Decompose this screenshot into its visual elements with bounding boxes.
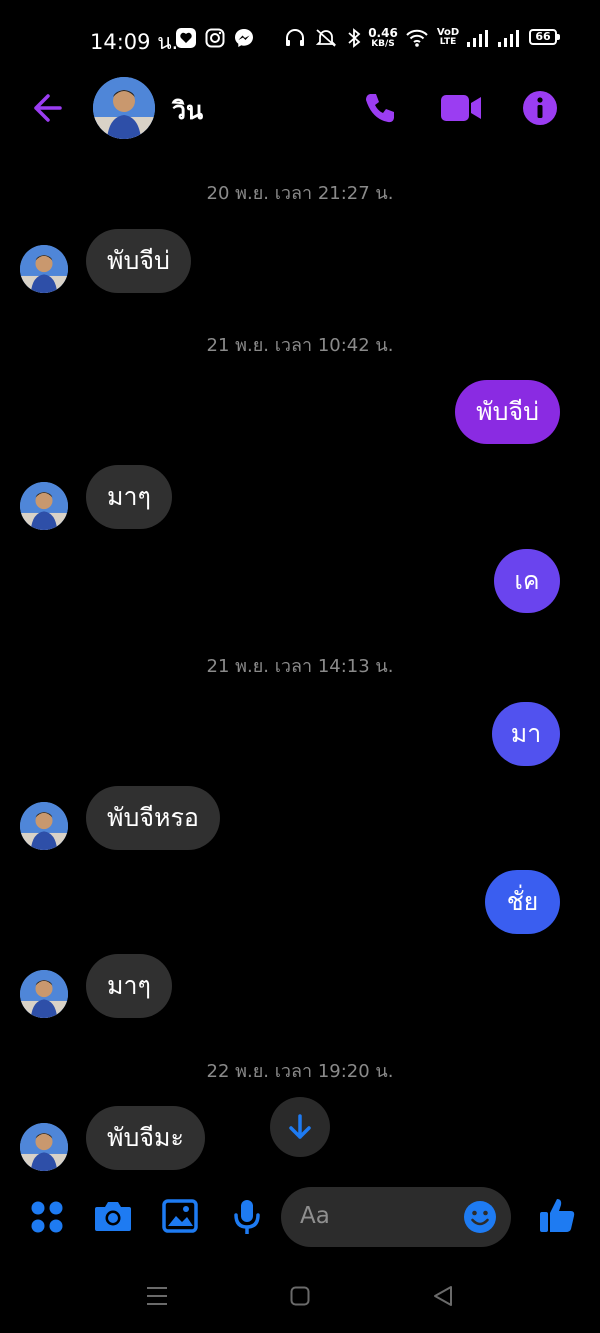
outgoing-message[interactable]: เค [494,549,560,613]
microphone-icon[interactable] [232,1198,262,1240]
sender-avatar[interactable] [20,482,68,530]
volte-bottom: LTE [439,37,457,47]
incoming-message[interactable]: พับจีมะ [86,1106,205,1170]
sender-avatar[interactable] [20,970,68,1018]
network-speed-value: 0.46 [368,26,398,40]
signal-icon [466,28,490,52]
instagram-icon [205,28,225,52]
sender-avatar[interactable] [20,802,68,850]
bluetooth-icon [347,28,361,52]
network-speed-unit: KB/S [371,39,395,49]
timestamp: 20 พ.ย. เวลา 21:27 น. [206,183,394,204]
timestamp: 21 พ.ย. เวลา 10:42 น. [206,335,394,356]
timestamp: 21 พ.ย. เวลา 14:13 น. [206,656,394,677]
status-time: 14:09 น. [90,30,179,54]
wifi-icon [405,28,429,52]
incoming-message[interactable]: พับจีบ่ [86,229,191,293]
outgoing-message[interactable]: พับจีบ่ [455,380,560,444]
incoming-message[interactable]: มาๆ [86,465,172,529]
message-input-placeholder[interactable]: Aa [300,1203,330,1229]
apps-grid-icon[interactable] [30,1200,64,1238]
home-nav-icon[interactable] [290,1286,310,1310]
incoming-message[interactable]: มาๆ [86,954,172,1018]
phone-icon[interactable] [362,90,398,130]
back-arrow-icon[interactable] [28,90,64,130]
headphones-icon [285,29,305,51]
app-heart-icon [176,28,196,52]
outgoing-message[interactable]: มา [492,702,560,766]
sender-avatar[interactable] [20,245,68,293]
status-bar: 14:09 น. 0.46 KB/S VoD LTE 66 [0,0,600,76]
image-icon[interactable] [162,1199,198,1237]
info-icon[interactable] [522,90,558,130]
scroll-to-bottom-button[interactable] [270,1097,330,1157]
outgoing-message[interactable]: ชั่ย [485,870,560,934]
timestamp: 22 พ.ย. เวลา 19:20 น. [206,1061,394,1082]
video-camera-icon[interactable] [440,94,482,126]
arrow-down-icon [289,1114,311,1139]
contact-name[interactable]: วิน [172,91,203,131]
back-nav-icon[interactable] [432,1285,454,1311]
incoming-message[interactable]: พับจีหรอ [86,786,220,850]
menu-nav-icon[interactable] [146,1286,168,1310]
emoji-icon[interactable] [463,1200,497,1238]
camera-icon[interactable] [94,1199,132,1237]
contact-avatar[interactable] [93,77,155,139]
battery-indicator: 66 [529,29,560,45]
messenger-icon [234,28,254,52]
thumbs-up-icon[interactable] [538,1196,576,1238]
signal-icon [497,28,521,52]
sender-avatar[interactable] [20,1123,68,1171]
mute-bell-icon [314,28,338,52]
